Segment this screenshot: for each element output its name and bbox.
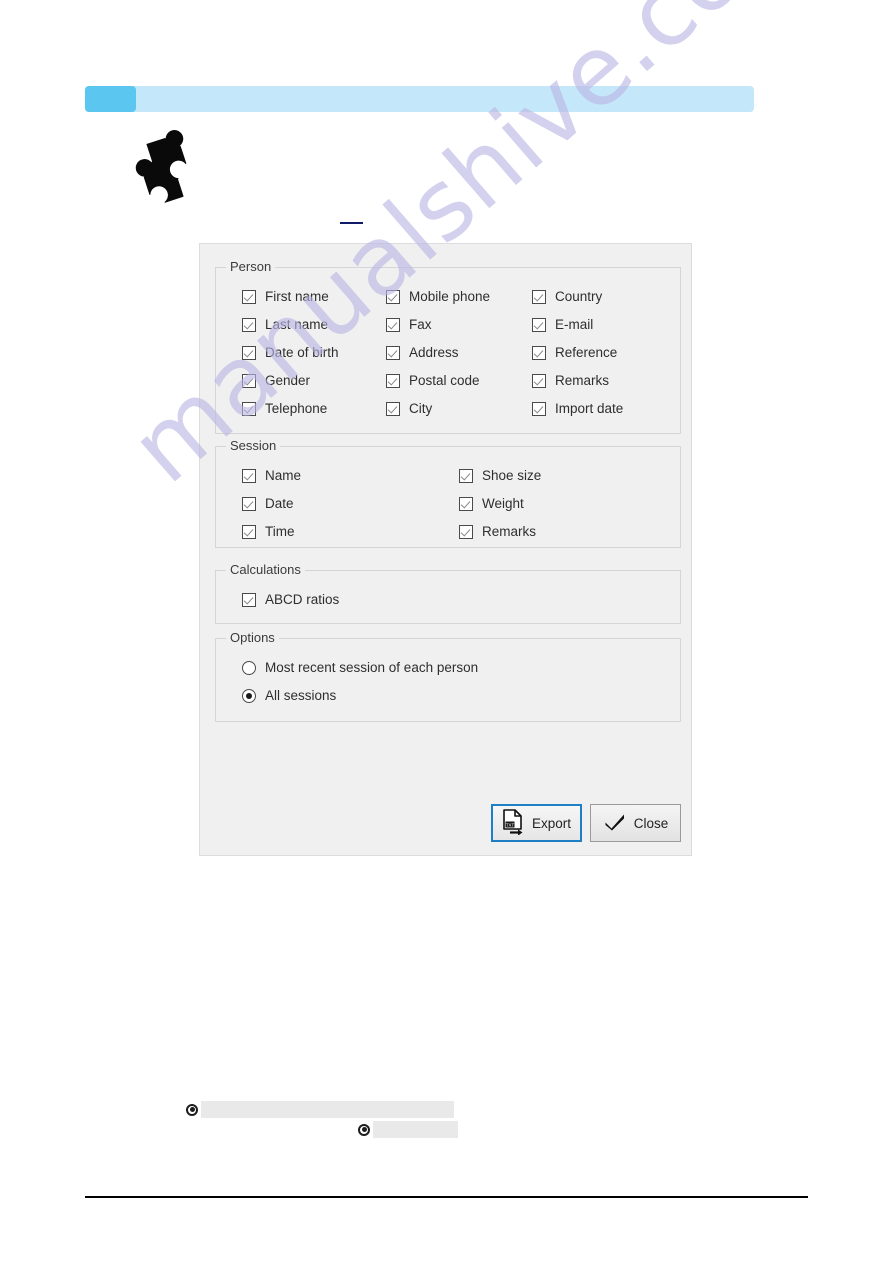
checkbox-remarks-person[interactable] [532, 373, 546, 388]
checkbox-row-address[interactable]: Address [386, 345, 459, 360]
checkbox-label: Fax [409, 317, 432, 332]
radio-row-all-sessions[interactable]: All sessions [242, 688, 336, 703]
checkbox-mobile-phone[interactable] [386, 289, 400, 304]
checkbox-label: Date [265, 496, 294, 511]
checkbox-label: Weight [482, 496, 524, 511]
checkbox-row-fax[interactable]: Fax [386, 317, 432, 332]
checkbox-row-session-remarks[interactable]: Remarks [459, 524, 536, 539]
checkbox-city[interactable] [386, 401, 400, 416]
export-button[interactable]: TXT Export [491, 804, 582, 842]
redacted-text [373, 1121, 458, 1138]
checkbox-row-abcd-ratios[interactable]: ABCD ratios [242, 592, 339, 607]
checkbox-label: Telephone [265, 401, 328, 416]
checkbox-label: Reference [555, 345, 618, 360]
checkbox-label: Mobile phone [409, 289, 491, 304]
checkmark-icon [603, 812, 627, 835]
checkbox-row-mobile-phone[interactable]: Mobile phone [386, 289, 490, 304]
checkbox-row-last-name[interactable]: Last name [242, 317, 328, 332]
checkbox-row-first-name[interactable]: First name [242, 289, 329, 304]
checkbox-label: Import date [555, 401, 624, 416]
footer-divider [85, 1196, 808, 1198]
export-dialog: Person First name Last name Date of birt… [199, 243, 692, 856]
checkbox-country[interactable] [532, 289, 546, 304]
checkbox-row-reference[interactable]: Reference [532, 345, 617, 360]
group-options-title: Options [226, 630, 279, 645]
checkbox-session-name[interactable] [242, 468, 256, 483]
puzzle-piece-icon [130, 128, 212, 208]
txt-file-export-icon: TXT [502, 808, 525, 838]
checkbox-weight[interactable] [459, 496, 473, 511]
header-tab-accent [85, 86, 136, 112]
bullet-icon [186, 1103, 198, 1116]
checkbox-label: Postal code [409, 373, 480, 388]
checkbox-email[interactable] [532, 317, 546, 332]
checkbox-row-import-date[interactable]: Import date [532, 401, 623, 416]
redacted-text [201, 1101, 454, 1118]
checkbox-label: Address [409, 345, 459, 360]
group-person: Person First name Last name Date of birt… [215, 259, 681, 434]
close-button-label: Close [633, 815, 669, 831]
checkbox-row-gender[interactable]: Gender [242, 373, 310, 388]
bullet-icon [358, 1123, 370, 1136]
checkbox-label: Last name [265, 317, 329, 332]
checkbox-row-shoe-size[interactable]: Shoe size [459, 468, 541, 483]
group-calculations-title: Calculations [226, 562, 305, 577]
checkbox-row-remarks-person[interactable]: Remarks [532, 373, 609, 388]
checkbox-label: Remarks [555, 373, 610, 388]
checkbox-label: Shoe size [482, 468, 542, 483]
group-session-title: Session [226, 438, 281, 453]
checkbox-telephone[interactable] [242, 401, 256, 416]
list-item [358, 1121, 458, 1138]
checkbox-session-date[interactable] [242, 496, 256, 511]
checkbox-first-name[interactable] [242, 289, 256, 304]
radio-label: All sessions [265, 688, 337, 703]
checkbox-label: Gender [265, 373, 311, 388]
group-calculations: Calculations ABCD ratios [215, 562, 681, 624]
checkbox-label: E-mail [555, 317, 594, 332]
header-banner [85, 86, 754, 112]
radio-most-recent-session[interactable] [242, 660, 256, 675]
checkbox-label: First name [265, 289, 329, 304]
checkbox-fax[interactable] [386, 317, 400, 332]
checkbox-row-city[interactable]: City [386, 401, 432, 416]
checkbox-last-name[interactable] [242, 317, 256, 332]
checkbox-gender[interactable] [242, 373, 256, 388]
checkbox-reference[interactable] [532, 345, 546, 360]
checkbox-label: ABCD ratios [265, 592, 340, 607]
checkbox-row-postal-code[interactable]: Postal code [386, 373, 480, 388]
close-button[interactable]: Close [590, 804, 681, 842]
radio-all-sessions[interactable] [242, 688, 256, 703]
list-item [186, 1101, 454, 1118]
checkbox-label: Remarks [482, 524, 537, 539]
checkbox-row-session-name[interactable]: Name [242, 468, 301, 483]
checkbox-label: Name [265, 468, 302, 483]
group-session: Session Name Date Time Shoe size Weight … [215, 438, 681, 548]
checkbox-shoe-size[interactable] [459, 468, 473, 483]
checkbox-row-telephone[interactable]: Telephone [242, 401, 327, 416]
checkbox-session-remarks[interactable] [459, 524, 473, 539]
radio-row-most-recent-session[interactable]: Most recent session of each person [242, 660, 478, 675]
radio-label: Most recent session of each person [265, 660, 479, 675]
checkbox-row-email[interactable]: E-mail [532, 317, 593, 332]
checkbox-session-time[interactable] [242, 524, 256, 539]
group-person-title: Person [226, 259, 276, 274]
export-button-label: Export [531, 815, 572, 831]
checkbox-label: City [409, 401, 433, 416]
checkbox-address[interactable] [386, 345, 400, 360]
checkbox-row-weight[interactable]: Weight [459, 496, 524, 511]
group-options: Options Most recent session of each pers… [215, 630, 681, 722]
checkbox-postal-code[interactable] [386, 373, 400, 388]
checkbox-label: Country [555, 289, 603, 304]
checkbox-row-session-date[interactable]: Date [242, 496, 294, 511]
redacted-link-underline [340, 222, 363, 224]
checkbox-import-date[interactable] [532, 401, 546, 416]
checkbox-label: Time [265, 524, 295, 539]
checkbox-date-of-birth[interactable] [242, 345, 256, 360]
checkbox-abcd-ratios[interactable] [242, 592, 256, 607]
checkbox-row-session-time[interactable]: Time [242, 524, 295, 539]
checkbox-label: Date of birth [265, 345, 339, 360]
svg-text:TXT: TXT [506, 822, 515, 827]
checkbox-row-country[interactable]: Country [532, 289, 602, 304]
checkbox-row-date-of-birth[interactable]: Date of birth [242, 345, 339, 360]
